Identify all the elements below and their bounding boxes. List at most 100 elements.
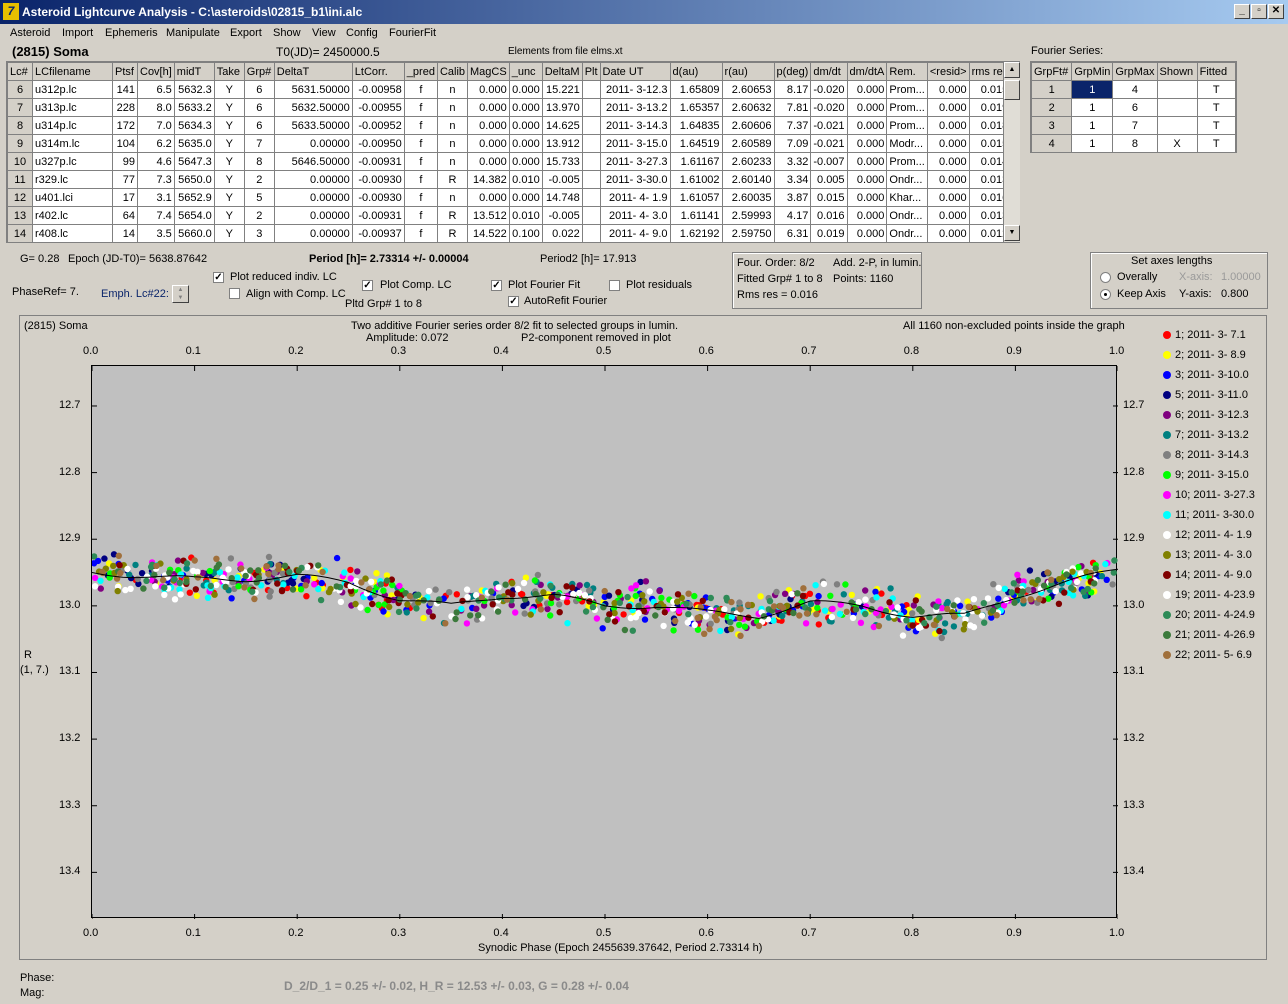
lc-cell[interactable]: Prom... [886, 152, 928, 171]
lc-cell[interactable]: Y [213, 80, 245, 99]
fourier-cell[interactable]: 3 [1031, 116, 1073, 135]
lc-cell[interactable]: 2.60233 [721, 152, 775, 171]
lc-cell[interactable]: -0.005 [541, 170, 583, 189]
lc-table-row[interactable]: 6 u312p.lc 141 6.5 5632.3 Y 6 5631.50000 -0.0095… [7, 80, 1012, 99]
lc-cell[interactable]: u314p.lc [32, 116, 113, 135]
lc-col-header[interactable]: Cov[h] [137, 62, 175, 81]
lc-cell[interactable]: 2011- 3-30.0 [599, 170, 671, 189]
lc-table-row[interactable]: 12 u401.lci 17 3.1 5652.9 Y 5 0.00000 -0.00930 f n… [7, 188, 1012, 207]
lc-cell[interactable]: 0.000 [926, 224, 970, 242]
lc-cell[interactable]: 5654.0 [173, 206, 215, 225]
lc-col-header[interactable]: Rem. [886, 62, 928, 81]
lc-cell[interactable]: 5652.9 [173, 188, 215, 207]
fourier-cell[interactable]: 1 [1071, 134, 1114, 152]
lc-cell[interactable]: 2011- 4- 1.9 [599, 188, 671, 207]
lc-cell[interactable]: 3 [243, 224, 275, 242]
menu-manipulate[interactable]: Manipulate [166, 27, 220, 39]
lc-cell[interactable]: u314m.lc [32, 134, 113, 153]
fourier-row[interactable]: 317 T [1031, 116, 1236, 135]
lc-cell[interactable]: n [436, 80, 469, 99]
lc-cell[interactable]: -0.00955 [351, 98, 405, 117]
menu-view[interactable]: View [312, 27, 336, 39]
lc-cell[interactable]: 99 [112, 152, 138, 171]
lc-cell[interactable]: 17 [112, 188, 138, 207]
fourier-cell[interactable]: 6 [1112, 98, 1158, 117]
lc-cell[interactable]: 0.000 [846, 206, 888, 225]
lc-cell[interactable]: -0.021 [810, 134, 848, 153]
close-button[interactable]: ✕ [1268, 4, 1284, 19]
keepaxis-radio[interactable] [1100, 289, 1111, 300]
lc-cell[interactable]: 4.17 [773, 206, 812, 225]
lc-cell[interactable]: Y [213, 152, 245, 171]
lc-cell[interactable]: 5647.3 [173, 152, 215, 171]
lc-cell[interactable]: Prom... [886, 98, 928, 117]
lc-cell[interactable]: 9 [7, 134, 33, 153]
lc-table-row[interactable]: 8 u314p.lc 172 7.0 5634.3 Y 6 5633.50000 -0.0095… [7, 116, 1012, 135]
lc-cell[interactable]: 8 [7, 116, 33, 135]
lc-cell[interactable]: 13 [7, 206, 33, 225]
lc-cell[interactable]: 0.010 [508, 170, 543, 189]
lc-cell[interactable]: n [436, 116, 469, 135]
lc-cell[interactable]: 0.00000 [273, 224, 353, 242]
lc-cell[interactable]: 0.000 [846, 170, 888, 189]
lc-col-header[interactable]: r(au) [721, 62, 775, 81]
autorefit-checkbox[interactable]: ✓ [508, 296, 519, 307]
lc-cell[interactable]: -0.00930 [351, 188, 405, 207]
lc-cell[interactable]: n [436, 134, 469, 153]
fourier-cell[interactable]: 2 [1031, 98, 1073, 117]
lc-cell[interactable] [581, 80, 601, 99]
lc-cell[interactable]: 14.625 [541, 116, 583, 135]
fourier-cell[interactable]: 1 [1071, 98, 1114, 117]
lc-col-header[interactable]: dm/dt [810, 62, 848, 81]
lc-col-header[interactable]: DeltaT [273, 62, 353, 81]
lc-cell[interactable]: 5660.0 [173, 224, 215, 242]
lc-cell[interactable]: 2011- 3-13.2 [599, 98, 671, 117]
lc-col-header[interactable]: Take [213, 62, 245, 81]
lc-cell[interactable]: 0.000 [846, 80, 888, 99]
lc-table-row[interactable]: 10 u327p.lc 99 4.6 5647.3 Y 8 5646.50000 -0.0093… [7, 152, 1012, 171]
lc-cell[interactable]: 0.000 [846, 98, 888, 117]
lc-col-header[interactable]: LCfilename [32, 62, 113, 81]
lc-cell[interactable]: 0.000 [508, 152, 543, 171]
lc-cell[interactable]: 8.17 [773, 80, 812, 99]
lc-cell[interactable]: 0.000 [467, 116, 510, 135]
lc-table-row[interactable]: 7 u313p.lc 228 8.0 5633.2 Y 6 5632.50000 -0.0095… [7, 98, 1012, 117]
lc-cell[interactable]: 8 [243, 152, 275, 171]
lc-cell[interactable]: r408.lc [32, 224, 113, 242]
lc-cell[interactable]: 0.005 [810, 170, 848, 189]
lc-cell[interactable]: Y [213, 206, 245, 225]
lc-cell[interactable] [581, 152, 601, 171]
fourier-cell[interactable]: T [1196, 116, 1236, 135]
lc-cell[interactable]: 1.64519 [669, 134, 723, 153]
lc-cell[interactable]: 1.61057 [669, 188, 723, 207]
lc-cell[interactable]: 0.010 [508, 206, 543, 225]
lc-cell[interactable]: 0.000 [467, 188, 510, 207]
lc-cell[interactable]: R [436, 170, 469, 189]
lc-cell[interactable] [581, 98, 601, 117]
lc-cell[interactable]: 0.000 [467, 134, 510, 153]
lc-cell[interactable]: 6.31 [773, 224, 812, 242]
lc-cell[interactable]: 0.019 [810, 224, 848, 242]
lc-cell[interactable]: -0.005 [541, 206, 583, 225]
lc-cell[interactable] [581, 116, 601, 135]
lc-cell[interactable]: -0.020 [810, 80, 848, 99]
lc-cell[interactable]: 7 [243, 134, 275, 153]
lc-cell[interactable]: 2011- 3-15.0 [599, 134, 671, 153]
menu-asteroid[interactable]: Asteroid [10, 27, 50, 39]
lc-cell[interactable]: Khar... [886, 188, 928, 207]
fourier-cell[interactable]: 1 [1071, 80, 1114, 99]
lc-col-header[interactable]: Calib [436, 62, 469, 81]
lc-cell[interactable]: 7.37 [773, 116, 812, 135]
lc-cell[interactable]: 2.59750 [721, 224, 775, 242]
lc-cell[interactable]: 6 [243, 116, 275, 135]
lc-cell[interactable]: -0.021 [810, 116, 848, 135]
lc-cell[interactable]: 0.000 [467, 80, 510, 99]
lc-cell[interactable]: 1.61141 [669, 206, 723, 225]
scroll-thumb[interactable] [1004, 80, 1020, 100]
fourier-cell[interactable]: 8 [1112, 134, 1158, 152]
lc-cell[interactable]: 4.6 [137, 152, 175, 171]
lc-cell[interactable]: 2.60632 [721, 98, 775, 117]
lc-cell[interactable]: -0.00950 [351, 134, 405, 153]
lc-cell[interactable]: 14.748 [541, 188, 583, 207]
lc-cell[interactable]: f [403, 170, 438, 189]
